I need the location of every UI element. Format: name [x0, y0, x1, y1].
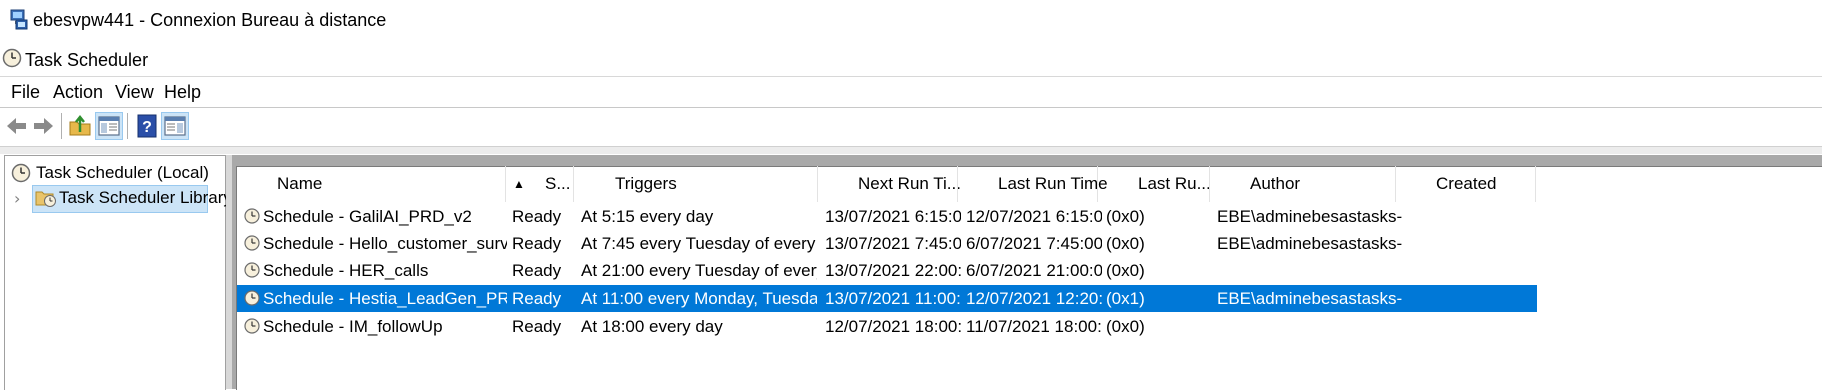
column-divider[interactable] — [957, 166, 958, 202]
rdp-window-title: ebesvpw441 - Connexion Bureau à distance — [33, 10, 387, 30]
task-name: Schedule - Hello_customer_survey_... — [263, 234, 507, 253]
column-header-created[interactable]: Created — [1436, 166, 1496, 202]
svg-text:?: ? — [142, 119, 152, 136]
column-header-author[interactable]: Author — [1250, 166, 1300, 202]
tree-root-item[interactable]: Task Scheduler (Local) — [36, 162, 209, 184]
column-header-last-run[interactable]: Last Run Time — [998, 166, 1108, 202]
task-name: Schedule - IM_followUp — [263, 317, 443, 336]
help-icon[interactable]: ? — [134, 113, 160, 139]
sort-ascending-icon: ▲ — [513, 177, 525, 191]
toolbar-separator — [61, 113, 62, 139]
column-divider[interactable] — [1209, 166, 1210, 202]
table-row[interactable]: Schedule - Hello_customer_survey_... Read… — [237, 230, 1537, 257]
task-triggers: At 18:00 every day — [581, 317, 723, 336]
table-row[interactable]: Schedule - GalilAI_PRD_v2 Ready At 5:15 ev… — [237, 203, 1537, 230]
forward-arrow-icon[interactable] — [30, 113, 56, 139]
task-last-run: 12/07/2021 6:15:01 — [966, 207, 1102, 226]
task-status: Ready — [512, 317, 562, 336]
task-triggers: At 21:00 every Tuesday of every w... — [581, 261, 817, 280]
toolbar — [0, 108, 1822, 147]
task-status: Ready — [512, 207, 562, 226]
task-name: Schedule - Hestia_LeadGen_PRD_v3 — [263, 289, 507, 308]
menu-view[interactable]: View — [115, 81, 154, 103]
task-status: Ready — [512, 234, 562, 253]
show-hide-action-pane-icon[interactable] — [161, 112, 189, 140]
task-last-result: (0x0) — [1106, 234, 1145, 253]
chevron-right-icon[interactable]: › — [14, 189, 20, 208]
show-hide-tree-icon[interactable] — [95, 112, 123, 140]
task-next-run: 13/07/2021 6:15:00 — [825, 207, 961, 226]
task-triggers: At 5:15 every day — [581, 207, 714, 226]
task-name: Schedule - GalilAI_PRD_v2 — [263, 207, 472, 226]
task-last-result: (0x0) — [1106, 207, 1145, 226]
column-divider[interactable] — [573, 166, 574, 202]
task-last-result: (0x0) — [1106, 261, 1145, 280]
task-clock-icon — [244, 235, 260, 251]
task-clock-icon — [244, 318, 260, 334]
task-next-run: 13/07/2021 11:00:00 — [825, 289, 961, 308]
task-name: Schedule - HER_calls — [263, 261, 429, 280]
task-triggers: At 7:45 every Tuesday of every we... — [581, 234, 817, 253]
task-status: Ready — [512, 289, 562, 308]
column-divider[interactable] — [1395, 166, 1396, 202]
task-last-run: 6/07/2021 21:00:00 — [966, 261, 1102, 280]
folder-clock-icon — [35, 191, 56, 207]
column-header-name[interactable]: Name — [277, 166, 322, 202]
table-row[interactable]: Schedule - HER_calls Ready At 21:00 every … — [237, 257, 1537, 284]
column-header-next-run[interactable]: Next Run Ti... — [858, 166, 961, 202]
task-clock-icon — [244, 208, 260, 224]
table-row[interactable]: Schedule - IM_followUp Ready At 18:00 ever… — [237, 313, 1537, 340]
clock-icon — [2, 48, 22, 68]
column-header-triggers[interactable]: Triggers — [615, 166, 677, 202]
task-clock-icon — [244, 290, 260, 306]
rdp-title-bar: ebesvpw441 - Connexion Bureau à distance — [0, 0, 1822, 40]
task-next-run: 12/07/2021 18:00:00 — [825, 317, 961, 336]
clock-icon — [11, 163, 31, 183]
task-clock-icon — [244, 262, 260, 278]
column-divider[interactable] — [505, 166, 506, 202]
folder-up-icon[interactable] — [67, 113, 93, 139]
task-last-run: 12/07/2021 12:20:07 — [966, 289, 1102, 308]
task-next-run: 13/07/2021 7:45:00 — [825, 234, 961, 253]
task-last-result: (0x0) — [1106, 317, 1145, 336]
task-author: EBE\adminebesastasks-p — [1217, 289, 1402, 308]
remote-desktop-icon — [10, 9, 28, 30]
tree-library-item[interactable]: Task Scheduler Library — [59, 187, 232, 209]
app-title-bar — [0, 44, 1822, 77]
task-last-result: (0x1) — [1106, 289, 1145, 308]
menu-help[interactable]: Help — [164, 81, 201, 103]
column-divider[interactable] — [1535, 166, 1536, 202]
menu-bar — [0, 77, 1822, 108]
task-last-run: 6/07/2021 7:45:00 — [966, 234, 1102, 253]
app-title: Task Scheduler — [25, 50, 149, 70]
table-row[interactable]: Schedule - Hestia_LeadGen_PRD_v3 Ready At … — [237, 285, 1537, 312]
menu-action[interactable]: Action — [53, 81, 103, 103]
column-divider[interactable] — [1097, 166, 1098, 202]
task-status: Ready — [512, 261, 562, 280]
menu-file[interactable]: File — [11, 81, 40, 103]
column-header-status[interactable]: S... — [545, 166, 571, 202]
back-arrow-icon[interactable] — [4, 113, 30, 139]
toolbar-border-band — [0, 147, 1822, 154]
task-author: EBE\adminebesastasks-p — [1217, 234, 1402, 253]
task-triggers: At 11:00 every Monday, Tuesday, ... — [581, 289, 817, 308]
task-next-run: 13/07/2021 22:00:00 — [825, 261, 961, 280]
toolbar-separator — [127, 113, 128, 139]
task-author: EBE\adminebesastasks-p — [1217, 207, 1402, 226]
task-last-run: 11/07/2021 18:00:01 — [966, 317, 1102, 336]
column-header-last-result[interactable]: Last Ru... — [1138, 166, 1211, 202]
column-divider[interactable] — [817, 166, 818, 202]
